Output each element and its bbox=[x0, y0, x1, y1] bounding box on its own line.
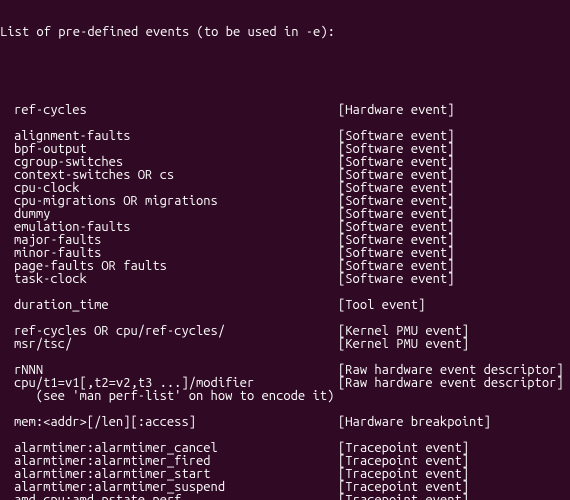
event-row: task-clock[Software event] bbox=[0, 273, 570, 286]
event-type: [Hardware event] bbox=[338, 104, 454, 117]
event-type: [Software event] bbox=[338, 273, 454, 286]
event-type: [Kernel PMU event] bbox=[338, 338, 469, 351]
blank-line bbox=[0, 65, 570, 78]
event-row: amd_cpu:amd_pstate_perf[Tracepoint event… bbox=[0, 494, 570, 500]
event-row: mem:<addr>[/len][:access][Hardware break… bbox=[0, 416, 570, 429]
header-line: List of pre-defined events (to be used i… bbox=[0, 26, 338, 39]
terminal-output: List of pre-defined events (to be used i… bbox=[0, 0, 570, 500]
event-type: [Tool event] bbox=[338, 299, 425, 312]
event-row: msr/tsc/[Kernel PMU event] bbox=[0, 338, 570, 351]
note-line: (see 'man perf-list' on how to encode it… bbox=[0, 390, 570, 403]
event-name: mem:<addr>[/len][:access] bbox=[0, 416, 338, 429]
event-type: [Tracepoint event] bbox=[338, 494, 469, 500]
event-name: task-clock bbox=[0, 273, 338, 286]
event-name: cpu-migrations OR migrations bbox=[0, 195, 338, 208]
event-row: cpu-migrations OR migrations[Software ev… bbox=[0, 195, 570, 208]
event-type: [Hardware breakpoint] bbox=[338, 416, 491, 429]
event-name: msr/tsc/ bbox=[0, 338, 338, 351]
event-name: duration_time bbox=[0, 299, 338, 312]
note-text: (see 'man perf-list' on how to encode it… bbox=[0, 390, 338, 403]
event-row: ref-cycles OR cpu/ref-cycles/[Kernel PMU… bbox=[0, 325, 570, 338]
event-row: context-switches OR cs[Software event] bbox=[0, 169, 570, 182]
event-name: amd_cpu:amd_pstate_perf bbox=[0, 494, 338, 500]
event-name: ref-cycles bbox=[0, 104, 338, 117]
event-type: [Raw hardware event descriptor] bbox=[338, 377, 564, 390]
event-row: ref-cycles[Hardware event] bbox=[0, 104, 570, 117]
event-row: duration_time[Tool event] bbox=[0, 299, 570, 312]
